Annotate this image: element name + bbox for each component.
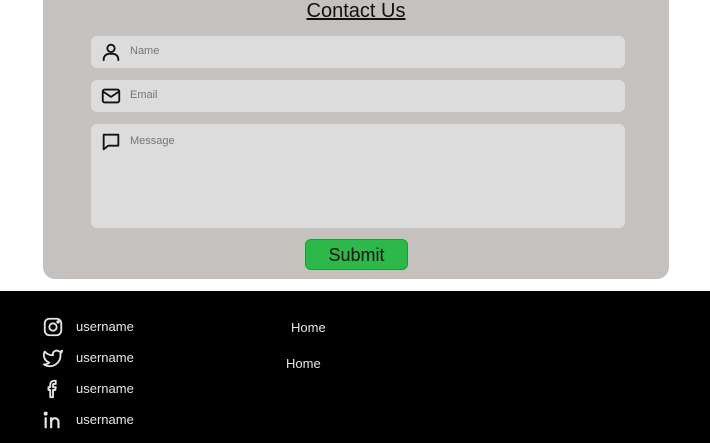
user-icon	[102, 43, 120, 62]
mail-icon	[101, 88, 121, 104]
page-title: Contact Us	[306, 0, 406, 22]
social-username: username	[76, 350, 134, 365]
message-field[interactable]	[91, 124, 625, 228]
social-username: username	[76, 319, 134, 334]
social-facebook[interactable]: username	[42, 378, 242, 402]
social-username: username	[76, 412, 134, 427]
instagram-icon	[43, 317, 63, 337]
submit-button[interactable]: Submit	[305, 239, 408, 270]
name-input[interactable]	[130, 45, 272, 57]
social-twitter[interactable]: username	[42, 347, 242, 371]
facebook-icon	[47, 379, 57, 399]
name-field[interactable]	[91, 36, 625, 68]
contact-form-card: Contact Us Submit	[43, 0, 669, 279]
footer: username username username username Home…	[0, 291, 710, 443]
linkedin-icon	[43, 411, 60, 429]
footer-link-home[interactable]: Home	[291, 320, 326, 335]
message-icon	[102, 133, 120, 151]
email-input[interactable]	[130, 89, 272, 101]
twitter-icon	[42, 349, 64, 368]
footer-link-home-2[interactable]: Home	[286, 356, 321, 371]
message-input[interactable]	[130, 135, 272, 147]
social-instagram[interactable]: username	[42, 316, 242, 340]
social-linkedin[interactable]: username	[42, 409, 242, 433]
email-field[interactable]	[91, 80, 625, 112]
social-username: username	[76, 381, 134, 396]
